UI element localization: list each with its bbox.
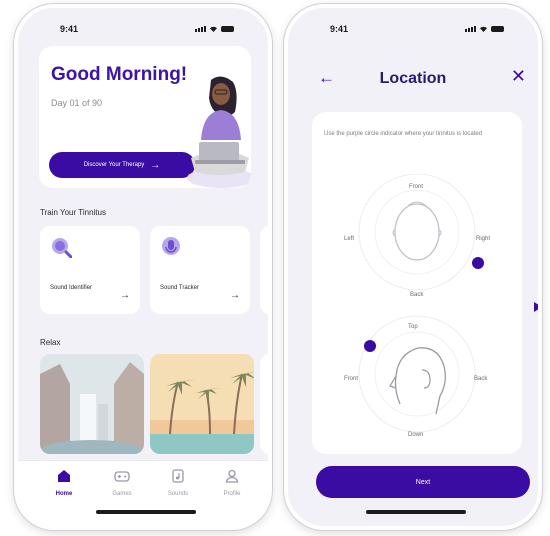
- palm-beach-image: [150, 354, 254, 454]
- train-section-title: Train Your Tinnitus: [40, 208, 106, 217]
- bottom-tab-bar: Home Games Sounds Profile: [18, 460, 268, 526]
- sound-identifier-card[interactable]: Sound Identifier →: [40, 226, 140, 314]
- signal-icon: [195, 26, 206, 32]
- user-icon: [225, 469, 239, 483]
- home-indicator: [96, 510, 196, 514]
- close-icon[interactable]: ✕: [511, 66, 526, 87]
- zone-down[interactable]: Down: [408, 432, 423, 438]
- sound-identifier-label: Sound Identifier: [50, 285, 93, 291]
- waterfall-image: [40, 354, 144, 454]
- zone-top[interactable]: Top: [408, 324, 418, 330]
- tab-games[interactable]: Games: [100, 469, 144, 503]
- status-time: 9:41: [60, 24, 79, 34]
- next-card-peek: [260, 226, 268, 314]
- woman-with-laptop-illustration: [187, 76, 251, 188]
- wifi-icon: [210, 26, 217, 32]
- side-view-head-diagram: [358, 315, 476, 433]
- location-picker-card: Use the purple circle indicator where yo…: [312, 112, 538, 454]
- page-title: Location: [379, 70, 447, 87]
- zone-back-side-view[interactable]: Back: [474, 376, 487, 382]
- top-view-head-diagram: [358, 174, 476, 291]
- tab-home[interactable]: Home: [42, 469, 86, 503]
- music-icon: [172, 469, 184, 483]
- tinnitus-location-marker-top[interactable]: [472, 257, 484, 269]
- location-instructions: Use the purple circle indicator where yo…: [324, 131, 483, 137]
- sound-tracker-card[interactable]: Sound Tracker →: [150, 226, 250, 314]
- play-sound-icon[interactable]: [534, 302, 538, 312]
- status-time: 9:41: [330, 24, 349, 34]
- signal-icon: [465, 26, 476, 32]
- discover-therapy-button[interactable]: Discover Your Therapy →: [49, 152, 195, 178]
- battery-icon: [491, 26, 504, 32]
- magnifier-icon: [52, 238, 72, 258]
- status-bar: 9:41: [288, 22, 538, 36]
- zone-left[interactable]: Left: [344, 236, 354, 242]
- zone-front-side-view[interactable]: Front: [344, 376, 358, 382]
- program-day: Day 01 of 90: [51, 98, 103, 108]
- arrow-right-icon: →: [120, 290, 130, 301]
- tinnitus-location-marker-side[interactable]: [364, 340, 376, 352]
- relax-card-waterfall[interactable]: [40, 354, 144, 454]
- battery-icon: [221, 26, 234, 32]
- tab-home-label: Home: [55, 491, 73, 497]
- wifi-icon: [480, 26, 487, 32]
- sound-tracker-label: Sound Tracker: [160, 285, 200, 291]
- zone-front-top-view[interactable]: Front: [409, 184, 423, 190]
- relax-card-peek: [260, 354, 268, 454]
- zone-right[interactable]: Right: [476, 236, 490, 242]
- arrow-right-icon: →: [150, 159, 161, 171]
- greeting-title: Good Morning!: [51, 64, 188, 85]
- tab-profile[interactable]: Profile: [210, 469, 254, 503]
- relax-section-title: Relax: [40, 338, 61, 347]
- zone-back-top-view[interactable]: Back: [410, 292, 423, 298]
- home-indicator: [366, 510, 466, 514]
- greeting-card: Good Morning! Day 01 of 90 Discover Your…: [39, 46, 251, 188]
- relax-card-palm-beach[interactable]: [150, 354, 254, 454]
- home-icon: [58, 470, 70, 482]
- arrow-right-icon: →: [230, 290, 240, 301]
- next-button-label: Next: [415, 478, 431, 486]
- tab-profile-label: Profile: [223, 491, 241, 497]
- microphone-icon: [162, 237, 180, 255]
- location-screen-phone: 9:41 ← Location ✕ Use the purple circle …: [284, 4, 542, 530]
- status-bar: 9:41: [18, 22, 268, 36]
- tab-sounds[interactable]: Sounds: [156, 469, 200, 503]
- tab-sounds-label: Sounds: [167, 491, 189, 497]
- tab-games-label: Games: [112, 491, 132, 497]
- next-button[interactable]: Next: [316, 466, 530, 498]
- discover-therapy-label: Discover Your Therapy: [83, 162, 145, 168]
- gamepad-icon: [114, 471, 130, 482]
- status-icons: [195, 25, 234, 32]
- home-screen-phone: 9:41 Good Morning! Day 01 of 90 Discover…: [14, 4, 272, 530]
- status-icons: [465, 25, 504, 32]
